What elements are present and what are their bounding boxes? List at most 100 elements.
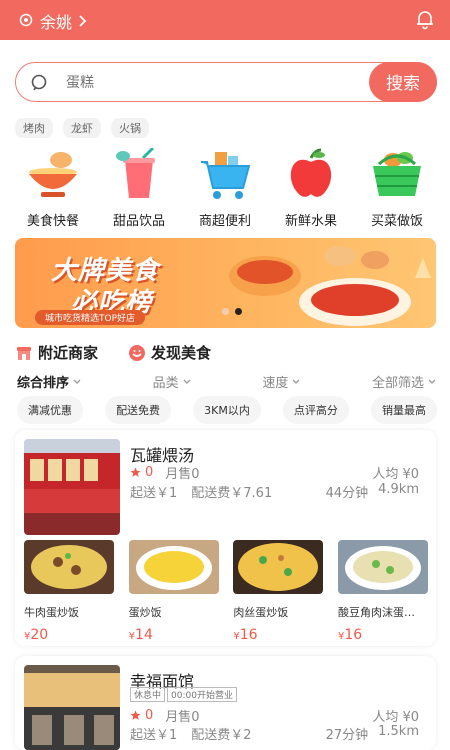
price-value: 20: [30, 627, 49, 643]
rating-value: 0: [145, 465, 154, 480]
star-icon: [130, 710, 141, 720]
category-label: 新鲜水果: [284, 214, 337, 229]
hot-tag[interactable]: 龙虾: [63, 118, 101, 138]
dish-name: 牛肉蛋炒饭: [24, 606, 79, 619]
delivery-fee: 配送费￥2: [191, 728, 252, 743]
category-label: 甜品饮品: [112, 214, 165, 229]
hot-tag[interactable]: 烤肉: [15, 118, 53, 138]
category-label: 美食快餐: [26, 214, 79, 229]
location-pin-icon: [19, 13, 33, 27]
tab-nearby[interactable]: 附近商家: [15, 342, 98, 363]
shop-fees: 起送￥1 配送费￥7.61: [130, 482, 272, 501]
sort-category[interactable]: 品类: [153, 372, 192, 391]
promo-banner[interactable]: 大牌美食 必吃榜 城市吃货精选TOP好店: [15, 238, 436, 328]
vegetable-basket-icon: [373, 152, 421, 196]
search-input[interactable]: [66, 73, 366, 93]
shopping-cart-icon: [201, 152, 251, 199]
sort-comprehensive[interactable]: 综合排序: [17, 372, 82, 391]
dish-image: [24, 540, 114, 594]
shop-icon: [17, 346, 31, 360]
sort-speed[interactable]: 速度: [262, 372, 301, 391]
category-label: 买菜做饭: [370, 214, 423, 229]
smile-icon: [129, 344, 146, 361]
dish-price: ¥14: [129, 627, 219, 643]
shop-fees: 起送￥1 配送费￥2: [130, 724, 252, 743]
banner-pagination: [222, 308, 242, 315]
location-selector[interactable]: 余姚: [18, 9, 88, 33]
chevron-down-icon: [73, 379, 81, 384]
status-badge: 休息中 00:00开始营业: [130, 687, 237, 702]
rating-value: 0: [145, 708, 154, 723]
drink-cup-icon: [116, 148, 155, 198]
search-bar: 搜索: [15, 61, 437, 102]
price-value: 16: [344, 627, 363, 643]
category-supermarket[interactable]: 商超便利: [185, 148, 265, 232]
chevron-down-icon: [428, 379, 436, 384]
chevron-down-icon: [292, 379, 300, 384]
sort-label: 速度: [262, 376, 289, 391]
category-grid: 美食快餐 甜品饮品 商超便利 新鲜水果 买菜做饭: [0, 148, 450, 232]
shop-storefront-image: [24, 439, 120, 535]
shop-card[interactable]: 幸福面馆 休息中 00:00开始营业 0 月售0 人均 ¥0 起送￥1 配送费￥…: [15, 656, 436, 750]
sort-label: 品类: [152, 376, 179, 391]
shop-card[interactable]: 瓦罐煨汤 0 月售0 人均 ¥0 起送￥1 配送费￥7.61 44分钟 4.9k…: [15, 430, 436, 646]
delivery-time: 44分钟: [325, 486, 369, 501]
dish-price: ¥20: [24, 627, 114, 643]
tab-label: 附近商家: [38, 344, 99, 362]
dish-item[interactable]: 肉丝蛋炒饭 ¥16: [233, 540, 324, 643]
filter-chip[interactable]: 点评高分: [282, 396, 349, 424]
shop-rating: 0 月售0: [130, 706, 200, 725]
banner-food-image: [229, 246, 431, 326]
dish-image: [128, 540, 219, 594]
filter-chip[interactable]: 配送免费: [105, 396, 172, 424]
dish-item[interactable]: 酸豆角肉沫蛋… ¥16: [337, 540, 428, 643]
tab-label: 发现美食: [151, 344, 212, 362]
tab-discover[interactable]: 发现美食: [128, 342, 211, 363]
filter-chip[interactable]: 满减优惠: [17, 396, 83, 424]
delivery-eta: 27分钟 1.5km: [326, 724, 419, 743]
bell-icon[interactable]: [414, 8, 436, 30]
closed-label: 休息中: [130, 687, 166, 702]
location-label: 余姚: [40, 13, 73, 32]
category-drinks[interactable]: 甜品饮品: [99, 148, 179, 232]
distance: 1.5km: [378, 724, 419, 739]
dish-name: 肉丝蛋炒饭: [233, 606, 289, 619]
sort-label: 全部筛选: [371, 376, 424, 391]
section-tabs: 附近商家 发现美食: [15, 342, 211, 363]
category-groceries[interactable]: 买菜做饭: [357, 148, 437, 232]
sort-all-filters[interactable]: 全部筛选: [372, 372, 437, 391]
distance: 4.9km: [378, 482, 419, 497]
pagination-dot-active[interactable]: [235, 308, 242, 315]
dish-name: 酸豆角肉沫蛋…: [337, 606, 415, 619]
dish-item[interactable]: 牛肉蛋炒饭 ¥20: [24, 540, 114, 643]
dish-image: [337, 540, 428, 594]
dish-name: 蛋炒饭: [128, 606, 162, 619]
hot-tag[interactable]: 火锅: [111, 118, 149, 138]
avg-price: 人均 ¥0: [372, 467, 419, 482]
filter-chip[interactable]: 3KM以内: [193, 396, 261, 424]
dish-image: [233, 540, 324, 594]
dish-price: ¥16: [233, 627, 323, 643]
dish-item[interactable]: 蛋炒饭 ¥14: [128, 540, 219, 643]
sort-bar: 综合排序 品类 速度 全部筛选: [17, 372, 437, 391]
quick-filters: 满减优惠 配送免费 3KM以内 点评高分 销量最高: [17, 396, 437, 424]
min-order: 起送￥1: [130, 728, 178, 743]
monthly-sales: 月售0: [165, 710, 200, 725]
rice-bowl-icon: [29, 152, 77, 197]
sort-label: 综合排序: [17, 376, 70, 391]
delivery-fee: 配送费￥7.61: [191, 486, 273, 501]
category-food[interactable]: 美食快餐: [13, 148, 93, 232]
dish-list: 牛肉蛋炒饭 ¥20 蛋炒饭 ¥14 肉丝蛋炒饭 ¥16 酸豆角肉沫蛋… ¥16: [24, 540, 428, 643]
min-order: 起送￥1: [130, 486, 178, 501]
chevron-down-icon: [183, 379, 191, 384]
top-bar: 余姚: [0, 0, 450, 40]
chevron-right-icon: [79, 15, 87, 27]
category-fruit[interactable]: 新鲜水果: [271, 148, 351, 232]
shop-rating: 0 月售0: [130, 463, 200, 482]
hot-search-tags: 烤肉 龙虾 火锅: [15, 118, 149, 138]
price-value: 16: [239, 627, 258, 643]
search-button[interactable]: 搜索: [369, 61, 437, 102]
filter-chip[interactable]: 销量最高: [370, 396, 437, 424]
pagination-dot[interactable]: [222, 308, 229, 315]
avg-price: 人均 ¥0: [372, 710, 419, 725]
